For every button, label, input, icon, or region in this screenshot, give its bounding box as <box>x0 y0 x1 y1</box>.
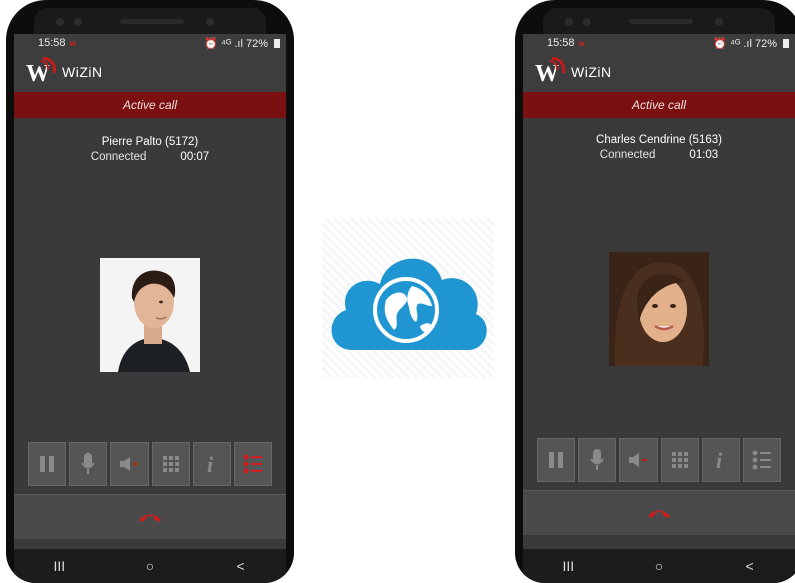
hangup-phone-icon <box>648 510 670 518</box>
camera-dot <box>565 18 573 26</box>
app-header: W WiZiN <box>523 52 795 92</box>
info-icon: i <box>716 448 723 472</box>
call-info: Pierre Palto (5172) Connected 00:07 <box>14 136 286 163</box>
status-icons: ⏰ ⁴ᴳ .ıl 72% <box>204 37 280 50</box>
android-nav-bar: III ○ < <box>14 549 286 583</box>
call-list-button[interactable] <box>233 442 273 486</box>
earpiece <box>120 19 184 24</box>
active-call-banner: Active call <box>14 92 286 118</box>
phone-notch <box>34 8 266 34</box>
status-bar: 15:58 w ⏰ ⁴ᴳ .ıl 72% <box>523 34 795 52</box>
battery-icon <box>274 38 280 48</box>
speaker-icon <box>120 457 139 471</box>
pause-icon <box>40 456 55 472</box>
wizin-logo: W <box>26 57 56 87</box>
mute-button[interactable] <box>69 442 108 486</box>
dialpad-icon <box>162 456 179 472</box>
hangup-button[interactable] <box>523 490 795 535</box>
caller-avatar <box>100 258 200 372</box>
active-call-banner: Active call <box>523 92 795 118</box>
caller-name: Charles Cendrine (5163) <box>596 134 722 146</box>
phone-left: 15:58 w ⏰ ⁴ᴳ .ıl 72% W WiZiN Active call… <box>6 0 294 583</box>
info-button[interactable]: i <box>192 442 231 486</box>
call-status: Connected <box>90 151 147 163</box>
screen: 15:58 w ⏰ ⁴ᴳ .ıl 72% W WiZiN Active call… <box>14 34 286 583</box>
app-header: W WiZiN <box>14 52 286 92</box>
caller-avatar <box>609 252 709 366</box>
hold-button[interactable] <box>28 442 67 486</box>
hold-button[interactable] <box>537 438 576 482</box>
speaker-button[interactable] <box>619 438 658 482</box>
hangup-button[interactable] <box>14 494 286 539</box>
speaker-button[interactable] <box>110 442 149 486</box>
call-duration: 00:07 <box>180 151 210 163</box>
dialpad-button[interactable] <box>151 442 190 486</box>
call-controls: i <box>28 442 273 486</box>
front-camera <box>715 18 723 26</box>
recents-button[interactable]: III <box>548 558 588 574</box>
wizin-logo: W <box>535 57 565 87</box>
hangup-phone-icon <box>139 514 161 522</box>
call-duration: 01:03 <box>689 149 719 161</box>
info-icon: i <box>207 452 214 476</box>
dialpad-icon <box>671 452 688 468</box>
call-status: Connected <box>599 149 656 161</box>
status-time: 15:58 <box>38 37 66 49</box>
app-name: WiZiN <box>571 64 612 80</box>
mic-icon <box>590 449 605 470</box>
app-name: WiZiN <box>62 64 103 80</box>
svg-text:i: i <box>207 452 214 476</box>
phone-right: 15:58 w ⏰ ⁴ᴳ .ıl 72% W WiZiN Active call… <box>515 0 795 583</box>
status-indicators: ⏰ ⁴ᴳ .ıl 72% <box>204 37 268 50</box>
mic-icon <box>81 453 96 474</box>
status-indicators: ⏰ ⁴ᴳ .ıl 72% <box>713 37 777 50</box>
earpiece <box>629 19 693 24</box>
front-camera <box>206 18 214 26</box>
camera-dot <box>56 18 64 26</box>
status-bar: 15:58 w ⏰ ⁴ᴳ .ıl 72% <box>14 34 286 52</box>
android-nav-bar: III ○ < <box>523 549 795 583</box>
status-time: 15:58 <box>547 37 575 49</box>
speaker-icon <box>629 453 648 467</box>
app-badge-icon: w <box>69 38 76 48</box>
call-info: Charles Cendrine (5163) Connected 01:03 <box>523 134 795 161</box>
home-button[interactable]: ○ <box>130 558 170 574</box>
recents-button[interactable]: III <box>39 558 79 574</box>
caller-name: Pierre Palto (5172) <box>101 136 199 148</box>
call-controls: i <box>537 438 782 482</box>
dialpad-button[interactable] <box>660 438 699 482</box>
svg-text:i: i <box>716 448 723 472</box>
back-button[interactable]: < <box>730 558 770 574</box>
app-badge-icon: w <box>578 38 585 48</box>
list-icon <box>752 450 771 470</box>
list-icon <box>243 454 262 474</box>
cloud-globe-icon <box>331 258 487 350</box>
info-button[interactable]: i <box>701 438 740 482</box>
mute-button[interactable] <box>578 438 617 482</box>
call-list-button[interactable] <box>742 438 782 482</box>
sensor-dot <box>583 18 591 26</box>
battery-icon <box>783 38 789 48</box>
back-button[interactable]: < <box>221 558 261 574</box>
pause-icon <box>549 452 564 468</box>
screen: 15:58 w ⏰ ⁴ᴳ .ıl 72% W WiZiN Active call… <box>523 34 795 583</box>
home-button[interactable]: ○ <box>639 558 679 574</box>
status-icons: ⏰ ⁴ᴳ .ıl 72% <box>713 37 789 50</box>
cloud-network-graphic <box>322 218 494 378</box>
sensor-dot <box>74 18 82 26</box>
phone-notch <box>543 8 775 34</box>
